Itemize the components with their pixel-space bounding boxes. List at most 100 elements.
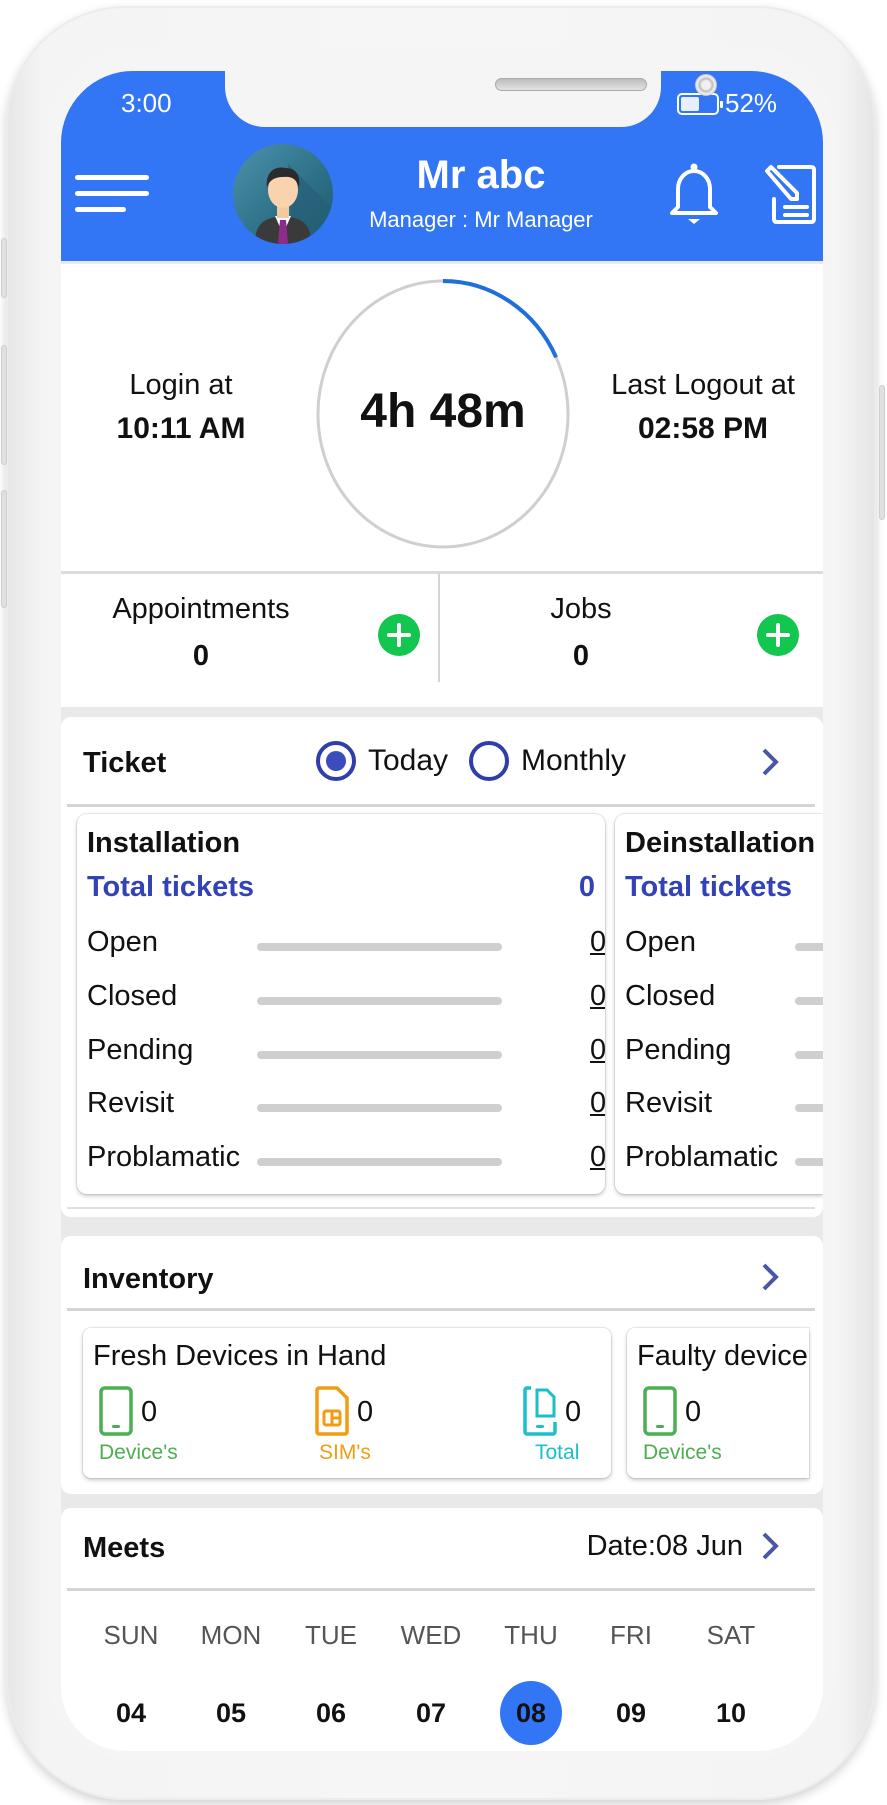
installation-ticket-card[interactable]: Installation Total tickets 0 Open 0 Clos… <box>77 814 605 1194</box>
menu-button[interactable] <box>75 171 151 215</box>
ticket-row-bar <box>795 997 823 1005</box>
ticket-row-bar <box>795 943 823 951</box>
ticket-row-pending[interactable]: Pending 0 <box>87 1034 605 1074</box>
calendar-day[interactable]: 09 <box>591 1681 671 1745</box>
add-job-button[interactable] <box>757 614 799 656</box>
inventory-item-devices[interactable]: 0 Device's <box>99 1386 219 1472</box>
ticket-row-label: Open <box>87 926 158 958</box>
ticket-row-label: Open <box>625 926 696 958</box>
filter-monthly-label: Monthly <box>521 744 627 777</box>
faulty-devices-card[interactable]: Faulty device 0 Device's <box>627 1328 809 1478</box>
inventory-item-count: 0 <box>141 1396 158 1428</box>
ticket-row-value[interactable]: 0 <box>590 1087 605 1120</box>
ticket-more-button[interactable] <box>758 745 782 779</box>
ticket-row-bar <box>795 1158 823 1166</box>
ticket-row-revisit[interactable]: Revisit <box>625 1087 823 1127</box>
chevron-right-icon <box>762 1532 779 1560</box>
ticket-row-problematic[interactable]: Problamatic 0 <box>87 1141 605 1181</box>
radio-unselected-icon <box>469 741 509 781</box>
ticket-row-value[interactable]: 0 <box>590 980 605 1013</box>
ticket-row-value[interactable]: 0 <box>590 1034 605 1067</box>
add-appointment-button[interactable] <box>378 614 420 656</box>
phone-notch <box>225 71 717 127</box>
inventory-more-button[interactable] <box>758 1260 782 1294</box>
work-duration: 4h 48m <box>360 385 526 438</box>
inventory-item-caption: Device's <box>643 1441 722 1464</box>
edit-note-icon <box>765 165 816 224</box>
ticket-group-title: Deinstallation <box>625 827 816 859</box>
weekday-label: MON <box>200 1620 262 1650</box>
ticket-row-bar <box>257 997 502 1005</box>
inventory-item-count: 0 <box>685 1396 702 1428</box>
jobs-value: 0 <box>572 640 590 672</box>
login-time: 10:11 AM <box>116 412 246 445</box>
ticket-row-closed[interactable]: Closed 0 <box>87 980 605 1020</box>
notifications-button[interactable] <box>666 161 722 227</box>
calendar-day[interactable]: 04 <box>91 1681 171 1745</box>
weekday-label: THU <box>504 1620 558 1650</box>
battery-icon <box>677 92 723 115</box>
inventory-item-caption: SIM's <box>319 1441 371 1464</box>
ticket-row-label: Problamatic <box>625 1141 779 1173</box>
divider <box>61 571 823 574</box>
ticket-section: Ticket Today Monthly Installation Total … <box>61 717 823 1217</box>
jobs-counter[interactable]: Jobs 0 <box>451 593 711 673</box>
attendance-card: Login at 10:11 AM 4h 48m Last Logout at … <box>61 264 823 707</box>
ticket-row-revisit[interactable]: Revisit 0 <box>87 1087 605 1127</box>
inventory-group-title: Fresh Devices in Hand <box>93 1340 387 1372</box>
calendar-day[interactable]: 05 <box>191 1681 271 1745</box>
calendar-day[interactable]: 07 <box>391 1681 471 1745</box>
login-label: Login at <box>129 369 233 401</box>
ticket-row-problematic[interactable]: Problamatic <box>625 1141 823 1181</box>
chevron-right-icon <box>762 748 779 776</box>
calendar-day[interactable]: 06 <box>291 1681 371 1745</box>
divider <box>67 1308 815 1311</box>
ticket-row-bar <box>795 1051 823 1059</box>
filter-monthly-radio[interactable]: Monthly <box>469 741 626 781</box>
calendar-day[interactable]: 10 <box>691 1681 771 1745</box>
filter-today-radio[interactable]: Today <box>316 741 448 781</box>
speaker-grill <box>495 78 647 91</box>
ticket-row-bar <box>795 1104 823 1112</box>
divider <box>67 1588 815 1591</box>
sim-card-icon <box>315 1386 349 1436</box>
ticket-row-value[interactable]: 0 <box>590 1141 605 1174</box>
bell-icon <box>670 163 718 224</box>
battery-percent: 52% <box>725 88 778 118</box>
fresh-devices-card[interactable]: Fresh Devices in Hand 0 Device's 0 SIM's <box>83 1328 611 1478</box>
inventory-item-sims[interactable]: 0 SIM's <box>315 1386 435 1472</box>
inventory-item-total[interactable]: 0 Total <box>523 1386 609 1472</box>
menu-icon-line <box>75 175 149 180</box>
logout-time: 02:58 PM <box>637 412 769 445</box>
ticket-row-label: Problamatic <box>87 1141 241 1173</box>
ticket-row-open[interactable]: Open 0 <box>87 926 605 966</box>
ticket-row-label: Pending <box>625 1034 732 1066</box>
calendar-day-number: 09 <box>615 1698 647 1728</box>
ticket-row-value[interactable]: 0 <box>590 926 605 959</box>
calendar-day-selected[interactable]: 08 <box>491 1681 571 1745</box>
weekday-label: SAT <box>706 1620 756 1650</box>
filter-today-label: Today <box>368 744 449 777</box>
phone-icon <box>643 1386 677 1436</box>
meets-more-button[interactable] <box>758 1529 782 1563</box>
calendar-day-number: 10 <box>715 1698 747 1728</box>
deinstallation-ticket-card[interactable]: Deinstallation Total tickets Open Closed… <box>615 814 823 1194</box>
appointments-counter[interactable]: Appointments 0 <box>71 593 331 673</box>
jobs-label: Jobs <box>550 593 612 625</box>
ticket-row-label: Closed <box>625 980 716 1012</box>
ticket-row-pending[interactable]: Pending <box>625 1034 823 1074</box>
power-button <box>879 385 885 520</box>
volume-up-button <box>1 345 7 465</box>
edit-note-button[interactable] <box>761 163 817 225</box>
calendar-day-number: 04 <box>115 1698 147 1728</box>
ticket-row-open[interactable]: Open <box>625 926 823 966</box>
inventory-item-caption: Device's <box>99 1441 178 1464</box>
weekday-label: FRI <box>610 1620 652 1650</box>
status-battery: 52% <box>677 88 777 119</box>
ticket-row-label: Revisit <box>625 1087 713 1119</box>
ticket-row-closed[interactable]: Closed <box>625 980 823 1020</box>
meets-date: Date:08 Jun <box>586 1530 743 1562</box>
inventory-item-devices[interactable]: 0 Device's <box>643 1386 763 1472</box>
total-tickets-label: Total tickets <box>87 871 255 903</box>
ticket-row-label: Revisit <box>87 1087 175 1119</box>
